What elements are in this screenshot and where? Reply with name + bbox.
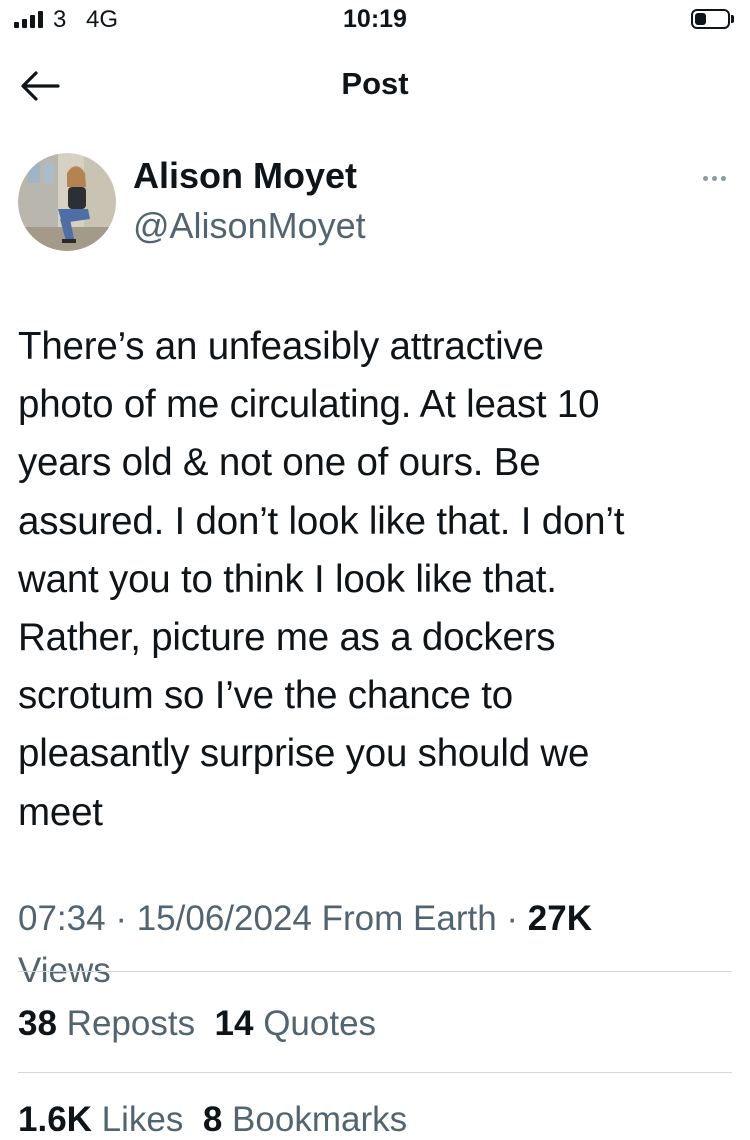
engagement-row: 1.6K Likes 8 Bookmarks xyxy=(18,1100,407,1140)
post-text-line: There’s an unfeasibly attractive xyxy=(18,325,544,368)
meta-separator: · xyxy=(115,899,127,938)
post-text-line: assured. I don’t look like that. I don’t xyxy=(18,499,625,543)
views-count: 27K xyxy=(527,899,593,938)
engagement-row: 38 Reposts 14 Quotes xyxy=(18,1004,376,1044)
bookmarks-count: 8 xyxy=(202,1100,223,1139)
post-time[interactable]: 07:34 xyxy=(18,899,106,938)
meta-separator: · xyxy=(506,899,519,938)
page-title: Post xyxy=(341,66,409,101)
post-text: There’s an unfeasibly attractive photo o… xyxy=(18,318,730,842)
author-handle[interactable]: @AlisonMoyet xyxy=(133,205,366,247)
reposts-count: 38 xyxy=(18,1004,57,1043)
likes-stat[interactable]: 1.6K Likes xyxy=(18,1100,183,1139)
quotes-stat[interactable]: 14 Quotes xyxy=(215,1004,377,1043)
bookmarks-label: Bookmarks xyxy=(232,1100,408,1139)
avatar-photo xyxy=(18,153,116,251)
bookmarks-stat[interactable]: 8 Bookmarks xyxy=(203,1100,407,1139)
post-text-line: years old & not one of ours. Be xyxy=(18,441,541,485)
post-meta: 07:34 · 15/06/2024 From Earth · 27K View… xyxy=(18,893,730,997)
likes-count: 1.6K xyxy=(18,1100,92,1139)
battery-level xyxy=(695,13,706,25)
post-header: Post xyxy=(0,50,750,120)
battery-icon xyxy=(691,9,730,29)
reposts-stat[interactable]: 38 Reposts xyxy=(18,1004,195,1043)
post-source: From Earth xyxy=(321,899,497,938)
post-text-line: scrotum so I’ve the chance to xyxy=(18,674,513,718)
author-name[interactable]: Alison Moyet xyxy=(133,155,357,197)
post-date[interactable]: 15/06/2024 xyxy=(137,899,312,938)
quotes-count: 14 xyxy=(214,1004,254,1043)
battery-cap xyxy=(731,15,734,23)
likes-label: Likes xyxy=(101,1100,184,1139)
more-options-button[interactable] xyxy=(694,166,734,190)
divider xyxy=(18,971,732,972)
avatar[interactable] xyxy=(18,153,116,251)
post-text-line: want you to think I look like that. xyxy=(18,557,557,601)
more-horizontal-icon xyxy=(702,175,708,181)
post-text-line: pleasantly surprise you should we xyxy=(18,732,590,776)
post-text-line: Rather, picture me as a dockers xyxy=(18,616,556,660)
status-bar: 3 4G 10:19 xyxy=(0,0,750,44)
status-time: 10:19 xyxy=(343,5,407,33)
post-text-line: photo of me circulating. At least 10 xyxy=(18,383,600,427)
divider xyxy=(18,1072,732,1073)
reposts-label: Reposts xyxy=(66,1004,196,1043)
quotes-label: Quotes xyxy=(263,1004,377,1043)
post-text-line: meet xyxy=(18,790,103,834)
